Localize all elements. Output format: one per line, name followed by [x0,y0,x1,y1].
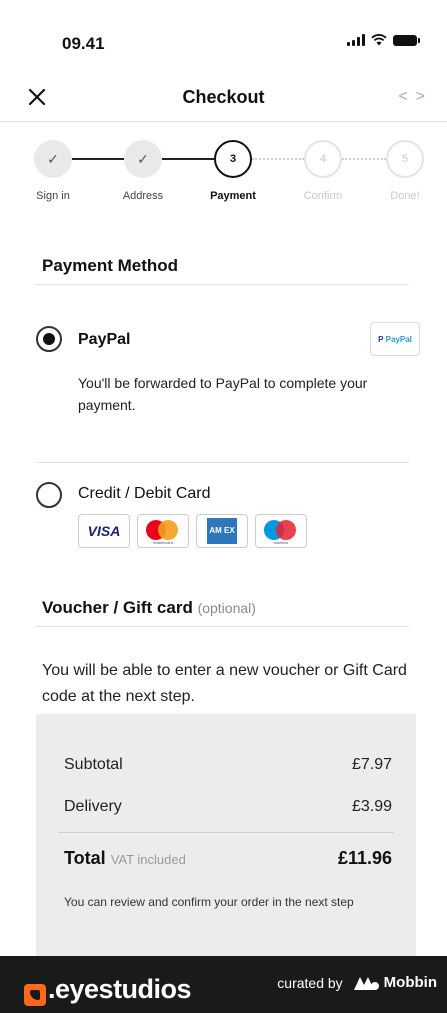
step-4-label: Confirm [303,190,343,202]
divider [58,832,394,833]
step-1-circle: ✓ [34,140,72,178]
step-2-label: Address [122,190,164,202]
paypal-radio[interactable] [36,326,62,352]
step-5-circle: 5 [386,140,424,178]
status-icons [347,34,420,46]
delivery-label: Delivery [64,798,122,815]
prev-arrow-icon[interactable]: < [398,88,415,105]
step-5-label: Done! [390,190,420,202]
paypal-option-label[interactable]: PayPal [78,331,130,349]
card-logos: VISA mastercard AM EX maestro [78,514,307,548]
signal-icon [347,34,365,46]
total-value: £11.96 [337,848,392,868]
step-connector [342,158,386,160]
mastercard-logo: mastercard [137,514,189,548]
payment-method-title: Payment Method [42,256,179,275]
step-4-circle: 4 [304,140,342,178]
checkout-stepper: ✓ ✓ 3 4 5 Sign in Address Payment Confir… [14,122,438,222]
status-time: 09.41 [62,34,105,53]
step-2-circle: ✓ [124,140,162,178]
paypal-badge-text: PayPal [385,334,412,344]
delivery-value: £3.99 [351,798,392,815]
voucher-info-text: You will be able to enter a new voucher … [42,662,407,705]
paypal-badge: P PayPal [370,322,420,356]
delivery-row: Delivery £3.99 [64,798,392,816]
mobbin-name: Mobbin [383,974,437,991]
mobbin-logo-icon [353,976,379,990]
status-bar: 09.41 [0,0,447,72]
maestro-logo: maestro [255,514,307,548]
curated-by-label: curated by [277,974,343,991]
summary-note: You can review and confirm your order in… [64,895,354,909]
voucher-title: Voucher / Gift card (optional) [42,598,256,617]
divider [36,284,409,285]
total-label: Total [64,848,106,868]
step-connector [252,158,304,160]
page-title: Checkout [182,87,265,107]
eyestudios-logo-icon [24,984,46,1006]
divider [36,462,409,463]
paypal-description: You'll be forwarded to PayPal to complet… [78,375,368,413]
card-option-label[interactable]: Credit / Debit Card [78,485,211,503]
step-3-label: Payment [210,190,256,202]
checkout-screen: ✓ ✓ 3 4 5 Sign in Address Payment Confir… [14,122,438,1002]
next-arrow-icon[interactable]: > [416,88,433,105]
subtotal-row: Subtotal £7.97 [64,756,392,774]
subtotal-value: £7.97 [351,756,392,773]
step-3-circle: 3 [214,140,252,178]
paypal-logo-icon: P [378,334,384,344]
step-1-label: Sign in [36,190,70,202]
divider [36,626,409,627]
nav-bar: Checkout <> [0,72,447,122]
step-connector [72,158,124,160]
brand: .eyestudios [24,964,192,1006]
watermark-footer: .eyestudios curated by Mobbin [0,956,447,1013]
vat-label: VAT included [110,852,186,867]
curated-by: curated by Mobbin [277,974,437,991]
visa-logo: VISA [78,514,130,548]
amex-logo: AM EX [196,514,248,548]
card-radio[interactable] [36,482,62,508]
nav-arrows: <> [398,88,433,106]
brand-name: .eyestudios [48,974,192,1004]
wifi-icon [371,34,387,46]
voucher-optional-label: (optional) [197,600,256,616]
subtotal-label: Subtotal [64,756,123,773]
battery-icon [393,34,420,46]
step-connector [162,158,214,160]
total-row: Total VAT included £11.96 [64,848,392,869]
mobbin-logo: Mobbin [353,974,437,991]
